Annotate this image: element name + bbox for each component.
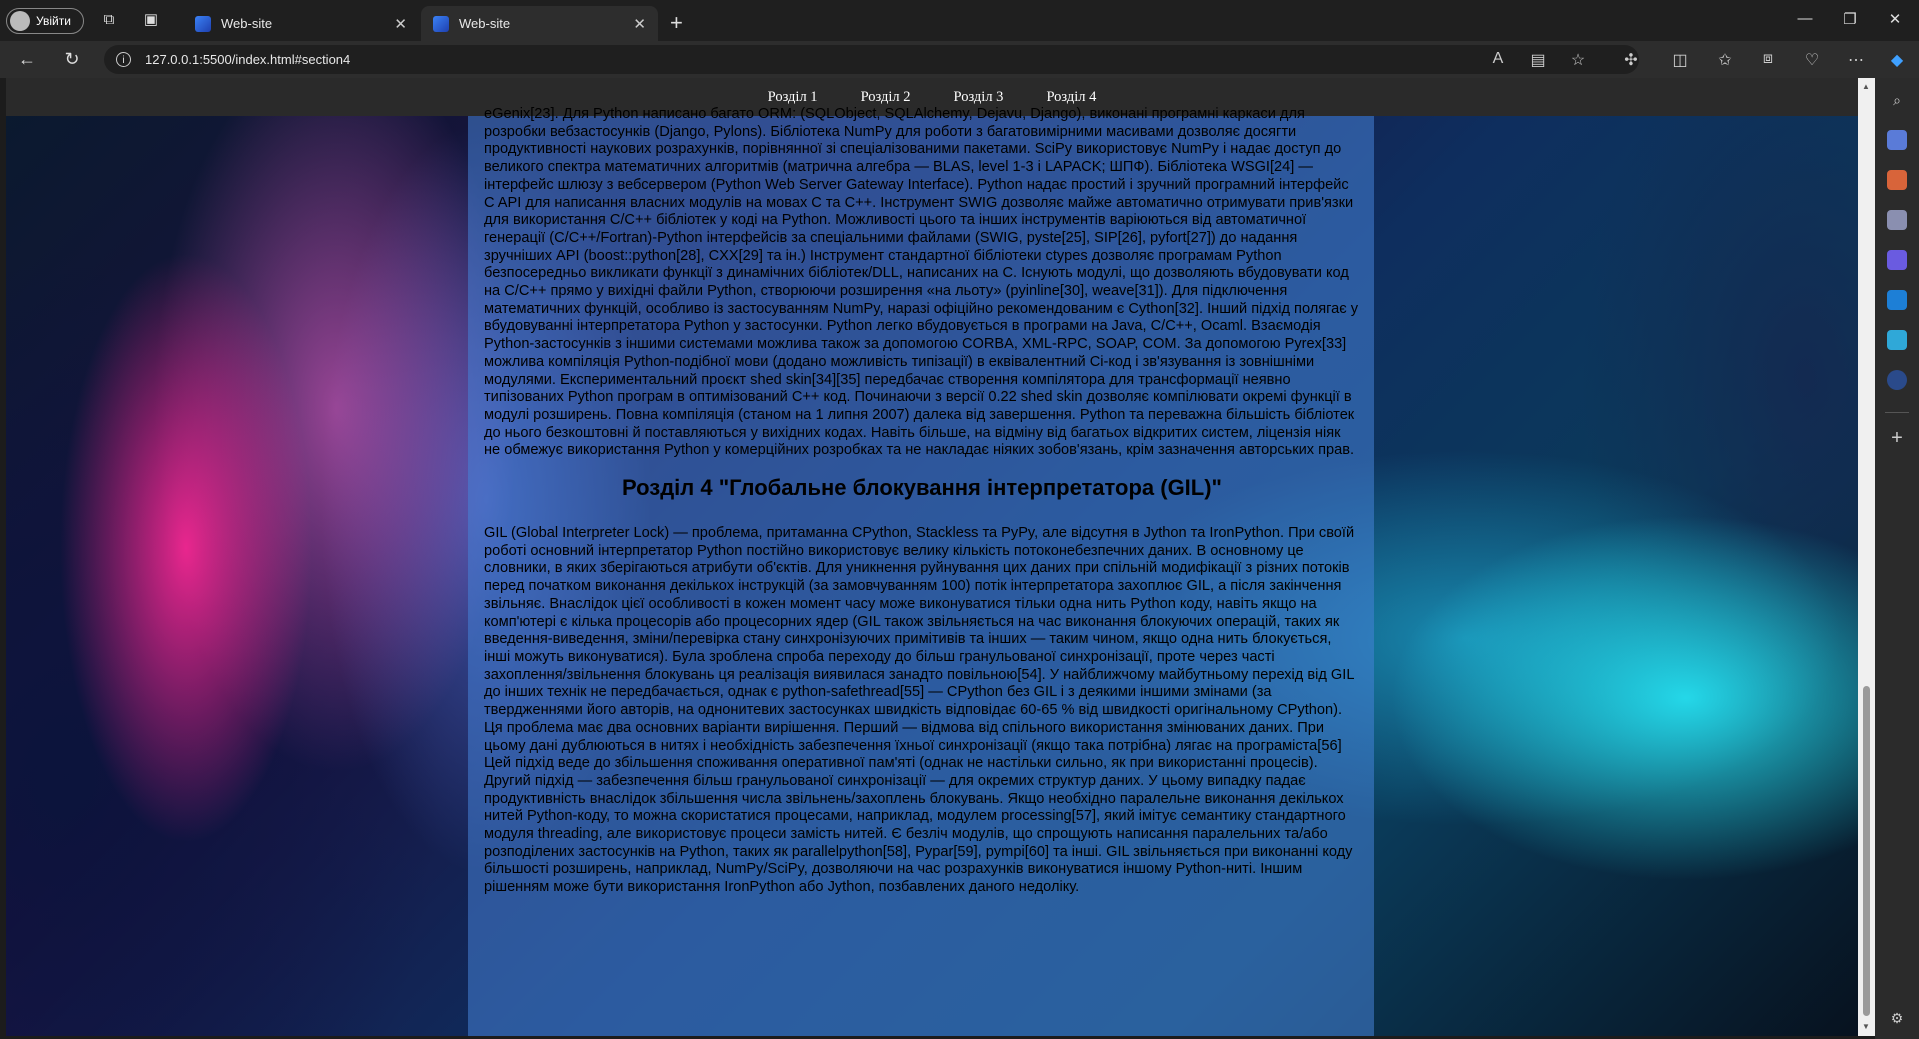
restore-icon[interactable]: ❐: [1840, 10, 1860, 28]
gear-icon[interactable]: ⚙: [1887, 1008, 1907, 1028]
extensions-icon[interactable]: ✣: [1621, 50, 1641, 70]
copilot-app-icon[interactable]: [1887, 250, 1907, 270]
content-panel: eGenix[23]. Для Python написано багато O…: [468, 106, 1374, 1036]
shopping-tag-icon[interactable]: [1887, 130, 1907, 150]
close-tab-icon[interactable]: ✕: [633, 15, 646, 33]
page-scrollbar[interactable]: ▲ ▼: [1858, 78, 1875, 1036]
tab-title: Web-site: [221, 16, 273, 31]
url-text[interactable]: 127.0.0.1:5500/index.html#section4: [145, 52, 350, 67]
favorites-icon[interactable]: ✩: [1715, 50, 1735, 70]
outlook-icon[interactable]: [1887, 290, 1907, 310]
toolbox-icon[interactable]: [1887, 170, 1907, 190]
search-icon[interactable]: ⌕: [1887, 90, 1907, 110]
scrollbar-thumb[interactable]: [1863, 686, 1870, 1016]
edge-sidebar: ⌕ + ⚙: [1875, 78, 1919, 1039]
globe-icon[interactable]: [1887, 370, 1907, 390]
browser-tab-bar: Увійти ⧉ ▣ Web-site ✕ Web-site ✕ + — ❐ ✕: [0, 0, 1919, 41]
nav-link-section-3[interactable]: Розділ 3: [954, 89, 1004, 106]
nav-link-section-2[interactable]: Розділ 2: [861, 89, 911, 106]
page-viewport: Розділ 1 Розділ 2 Розділ 3 Розділ 4 eGen…: [6, 78, 1858, 1036]
scroll-down-icon[interactable]: ▼: [1862, 1022, 1870, 1031]
close-tab-icon[interactable]: ✕: [394, 15, 407, 33]
section-4-paragraph: GIL (Global Interpreter Lock) — проблема…: [484, 525, 1355, 896]
profile-button[interactable]: Увійти: [6, 8, 84, 34]
browser-toolbar: ← ↻ i 127.0.0.1:5500/index.html#section4…: [0, 41, 1919, 78]
tab-actions-icon[interactable]: ▣: [142, 11, 160, 29]
close-window-icon[interactable]: ✕: [1885, 10, 1905, 28]
avatar: [10, 11, 30, 31]
sidebar-divider: [1885, 412, 1909, 413]
info-icon[interactable]: i: [116, 52, 131, 67]
split-screen-icon[interactable]: ◫: [1670, 50, 1690, 70]
tab-title: Web-site: [459, 16, 511, 31]
site-favicon-icon: [195, 15, 211, 32]
star-icon[interactable]: ☆: [1568, 50, 1588, 70]
more-icon[interactable]: ⋯: [1846, 50, 1866, 70]
immersive-reader-icon[interactable]: ▤: [1528, 50, 1548, 70]
back-arrow-icon[interactable]: ←: [16, 49, 38, 70]
minimize-icon[interactable]: —: [1795, 10, 1815, 27]
workspaces-icon[interactable]: ⧉: [100, 11, 118, 29]
site-favicon-icon: [433, 15, 449, 32]
address-bar[interactable]: i 127.0.0.1:5500/index.html#section4: [104, 45, 1639, 74]
games-icon[interactable]: [1887, 210, 1907, 230]
new-tab-icon[interactable]: +: [670, 10, 683, 36]
tab-website-2[interactable]: Web-site ✕: [421, 6, 658, 41]
health-icon[interactable]: ♡: [1802, 50, 1822, 70]
profile-label: Увійти: [36, 14, 71, 28]
refresh-icon[interactable]: ↻: [61, 49, 83, 70]
nav-link-section-4[interactable]: Розділ 4: [1046, 89, 1096, 106]
section-3-paragraph: eGenix[23]. Для Python написано багато O…: [484, 106, 1359, 459]
section-4-heading: Розділ 4 "Глобальне блокування інтерпрет…: [621, 475, 1222, 501]
copilot-icon[interactable]: ◆: [1887, 50, 1907, 70]
read-aloud-icon[interactable]: A: [1488, 50, 1508, 68]
tab-website-1[interactable]: Web-site ✕: [183, 6, 419, 41]
add-icon[interactable]: +: [1887, 428, 1907, 448]
collections-icon[interactable]: ⧈: [1758, 50, 1778, 68]
nav-link-section-1[interactable]: Розділ 1: [768, 89, 818, 106]
scroll-up-icon[interactable]: ▲: [1862, 82, 1870, 91]
drop-icon[interactable]: [1887, 330, 1907, 350]
